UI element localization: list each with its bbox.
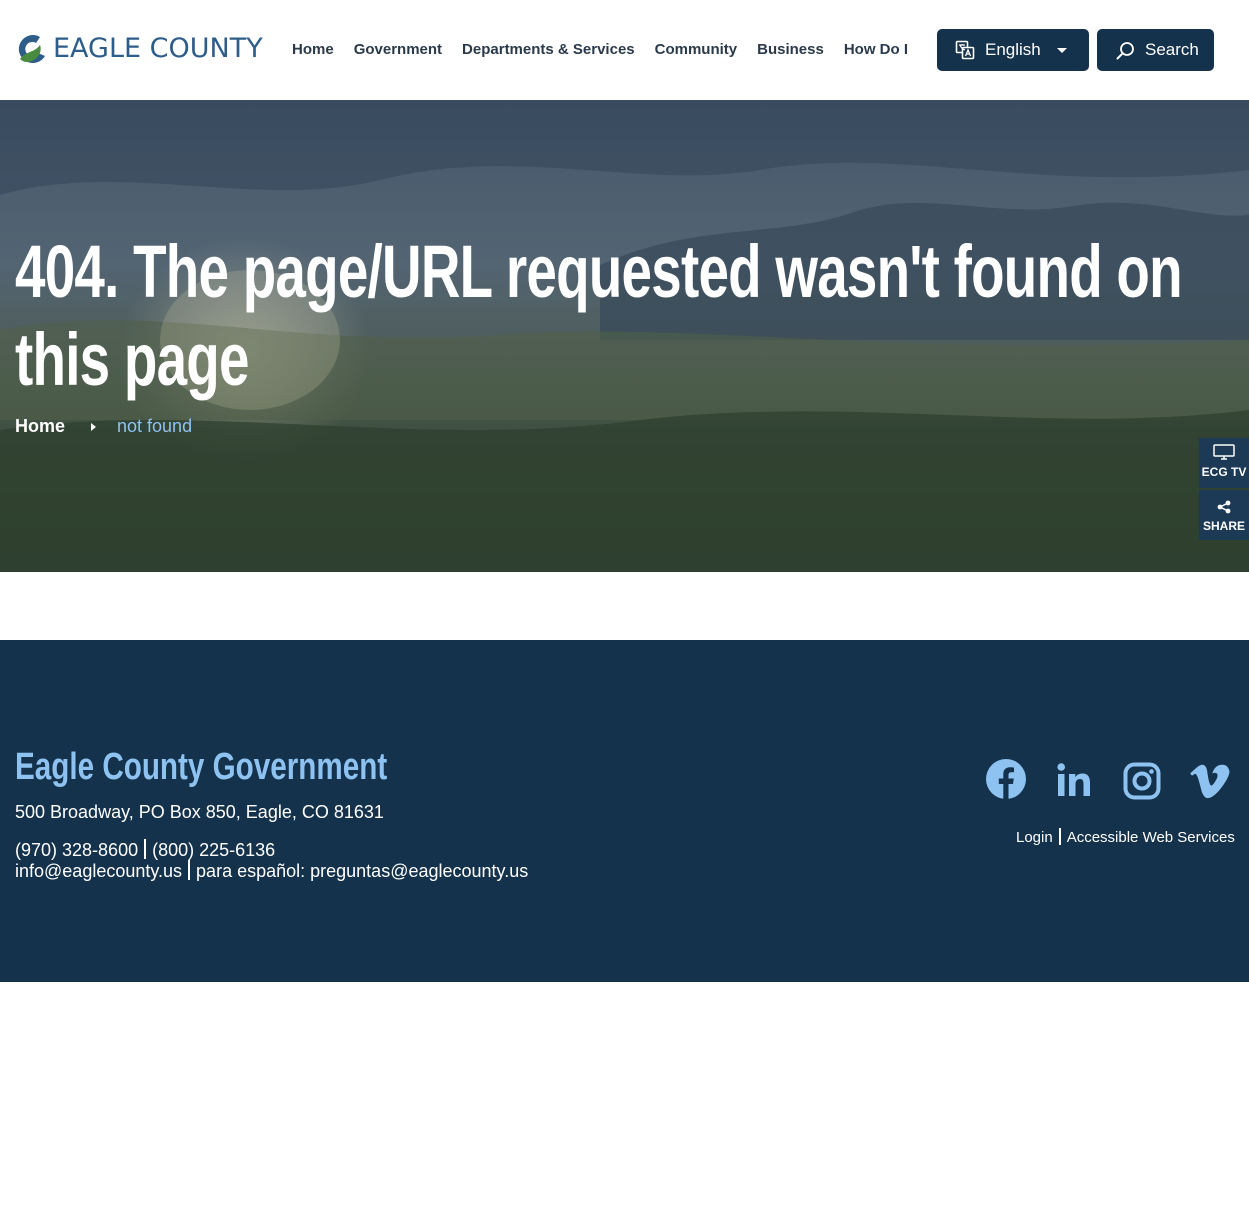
accessible-web-services-link[interactable]: Accessible Web Services [1067,829,1235,846]
breadcrumb-current: not found [117,416,193,436]
main-nav: Home Government Departments & Services C… [282,38,918,62]
login-link[interactable]: Login [1016,829,1053,846]
logo-text: EAGLE COUNTY [53,33,263,64]
share-icon [1217,500,1231,514]
footer-title: Eagle County Government [15,746,388,788]
breadcrumb-home-link[interactable]: Home [15,416,65,437]
chevron-right-icon [91,422,97,431]
nav-business[interactable]: Business [747,38,834,62]
eagle-logo-icon [18,35,45,64]
language-select-button[interactable]: English [937,29,1089,71]
search-button[interactable]: Search [1097,29,1214,71]
monitor-icon [1213,444,1235,460]
share-label: SHARE [1202,519,1245,533]
spanish-email-link[interactable]: para español: preguntas@eaglecounty.us [196,861,528,881]
nav-community[interactable]: Community [645,38,748,62]
site-footer: Eagle County Government 500 Broadway, PO… [0,640,1249,982]
language-label: English [985,40,1041,59]
divider [188,860,191,880]
linkedin-icon[interactable] [1056,762,1092,803]
phone-link-1[interactable]: (970) 328-8600 [15,840,138,860]
search-icon [1116,41,1134,59]
site-header: EAGLE COUNTY Home Government Departments… [0,0,1249,100]
nav-departments-services[interactable]: Departments & Services [452,38,645,62]
eagle-county-logo[interactable]: EAGLE COUNTY [14,32,263,66]
footer-emails: info@eaglecounty.us para español: pregunt… [15,860,528,882]
divider [1058,828,1061,845]
instagram-icon[interactable] [1123,762,1161,805]
translate-icon [955,40,975,60]
footer-address: 500 Broadway, PO Box 850, Eagle, CO 8163… [15,802,384,822]
email-link[interactable]: info@eaglecounty.us [15,861,182,881]
footer-links: Login Accessible Web Services [1016,828,1235,846]
hero-banner: 404. The page/URL requested wasn't found… [0,100,1249,572]
page-title: 404. The page/URL requested wasn't found… [15,230,1183,401]
ecg-tv-button[interactable]: ECG TV [1199,438,1249,488]
nav-government[interactable]: Government [344,38,452,62]
ecg-tv-label: ECG TV [1201,465,1247,479]
share-button[interactable]: SHARE [1199,490,1249,540]
breadcrumb: Home not found [15,416,192,437]
nav-home[interactable]: Home [282,38,344,62]
chevron-down-icon [1057,48,1067,53]
vimeo-icon[interactable] [1190,763,1230,804]
phone-link-2[interactable]: (800) 225-6136 [152,840,275,860]
footer-phones: (970) 328-8600 (800) 225-6136 [15,839,275,861]
nav-how-do-i[interactable]: How Do I [834,38,918,62]
divider [144,839,147,859]
search-label: Search [1145,40,1199,59]
facebook-icon[interactable] [985,758,1027,805]
